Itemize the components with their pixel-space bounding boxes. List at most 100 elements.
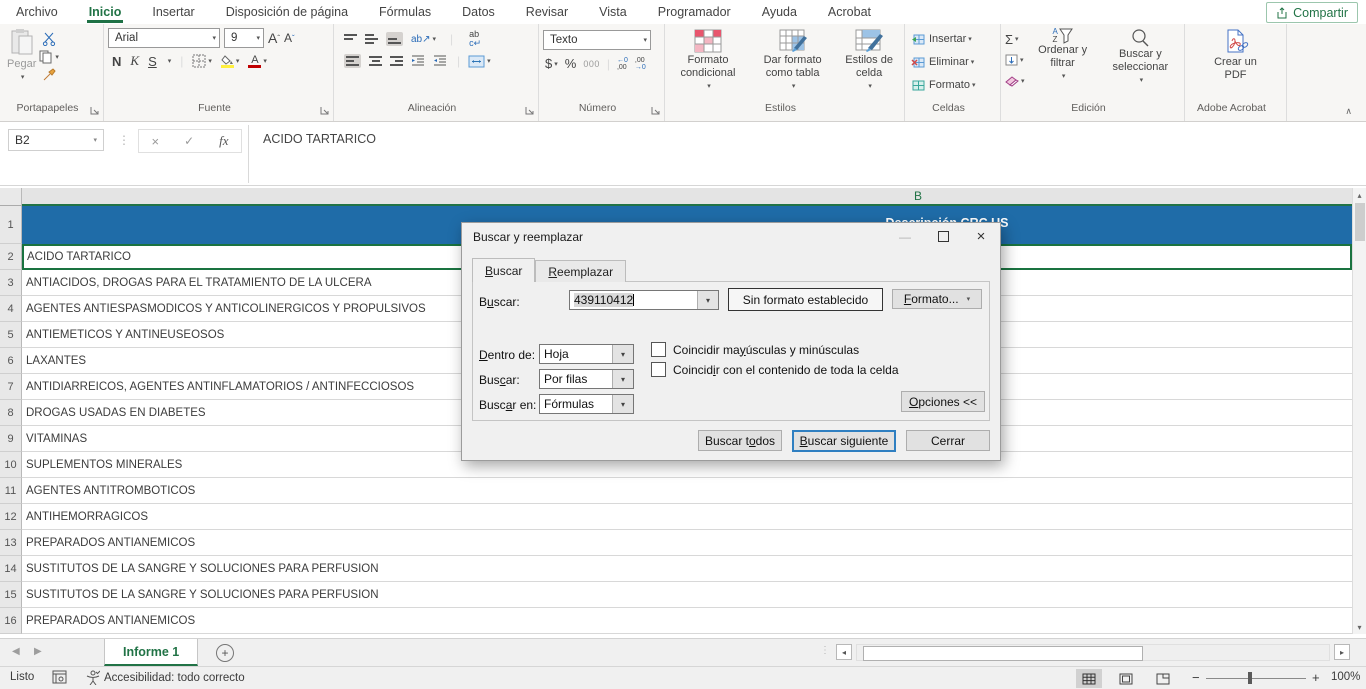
underline-button[interactable]: S	[148, 54, 157, 69]
fx-button[interactable]: fx	[219, 133, 228, 149]
cell[interactable]: SUSTITUTOS DE LA SANGRE Y SOLUCIONES PAR…	[22, 556, 1352, 582]
row-header[interactable]: 6	[0, 348, 22, 374]
close-button[interactable]: Cerrar	[906, 430, 990, 451]
dialog-launcher-icon[interactable]	[651, 106, 660, 118]
fill-button[interactable]: ▾	[1005, 51, 1025, 69]
row-header[interactable]: 11	[0, 478, 22, 504]
vertical-scrollbar[interactable]: ▴ ▾	[1352, 188, 1366, 634]
zoom-slider-thumb[interactable]	[1248, 672, 1252, 684]
font-size-combo[interactable]: 9▾	[224, 28, 264, 48]
align-bottom-icon[interactable]	[386, 32, 403, 46]
maximize-icon[interactable]	[924, 223, 962, 250]
create-pdf-button[interactable]: Crear un PDF	[1206, 28, 1266, 82]
within-combo[interactable]: Hoja ▾	[539, 344, 634, 364]
currency-button[interactable]: $▾	[545, 56, 558, 71]
view-page-break-button[interactable]	[1150, 669, 1176, 688]
horizontal-scrollbar[interactable]	[856, 644, 1330, 661]
font-name-combo[interactable]: Arial▾	[108, 28, 220, 48]
row-header[interactable]: 3	[0, 270, 22, 296]
row-header[interactable]: 16	[0, 608, 22, 634]
find-all-button[interactable]: Buscar todos	[698, 430, 782, 451]
find-what-combo[interactable]: 439110412 ▾	[569, 290, 719, 310]
formula-input[interactable]: ACIDO TARTARICO	[248, 125, 1366, 183]
tab-reemplazar[interactable]: Reemplazar	[535, 260, 626, 282]
view-page-layout-button[interactable]	[1113, 669, 1139, 688]
format-button[interactable]: Formato... ▾	[892, 289, 982, 309]
chevron-down-icon[interactable]: ▾	[612, 345, 633, 363]
dialog-launcher-icon[interactable]	[525, 106, 534, 118]
sheet-prev-icon[interactable]: ◀	[12, 646, 20, 657]
bold-button[interactable]: N	[112, 54, 121, 69]
align-left-icon[interactable]	[344, 54, 361, 68]
row-header[interactable]: 1	[0, 206, 22, 244]
grow-font-button[interactable]: Aˆ	[268, 30, 280, 46]
match-entire-checkbox[interactable]: Coincidir con el contenido de toda la ce…	[651, 362, 899, 377]
sort-filter-button[interactable]: AZ Ordenar y filtrar ▾	[1034, 28, 1092, 83]
cell[interactable]: SUSTITUTOS DE LA SANGRE Y SOLUCIONES PAR…	[22, 582, 1352, 608]
zoom-in-button[interactable]: +	[1312, 670, 1320, 685]
increase-decimal-button[interactable]: ←0,00	[617, 57, 628, 71]
tab-buscar[interactable]: Buscar	[472, 258, 535, 282]
paste-button[interactable]: Pegar ▾	[7, 28, 36, 84]
share-button[interactable]: Compartir	[1266, 2, 1358, 23]
menu-datos[interactable]: Datos	[460, 2, 497, 22]
chevron-down-icon[interactable]: ▾	[168, 57, 172, 65]
macro-record-icon[interactable]	[52, 670, 67, 687]
add-sheet-button[interactable]: +	[216, 644, 234, 662]
menu-ayuda[interactable]: Ayuda	[760, 2, 799, 22]
zoom-out-button[interactable]: −	[1192, 670, 1200, 685]
match-case-checkbox[interactable]: Coincidir mayúsculas y minúsculas	[651, 342, 859, 357]
sheet-next-icon[interactable]: ▶	[34, 646, 42, 657]
cell[interactable]: PREPARADOS ANTIANEMICOS	[22, 530, 1352, 556]
autosum-button[interactable]: Σ▾	[1005, 30, 1025, 48]
hscroll-right-icon[interactable]: ▸	[1334, 644, 1350, 660]
menu-revisar[interactable]: Revisar	[524, 2, 570, 22]
menu-disposicion[interactable]: Disposición de página	[224, 2, 350, 22]
options-button[interactable]: Opciones <<	[901, 391, 985, 412]
hscroll-left-icon[interactable]: ◂	[836, 644, 852, 660]
close-icon[interactable]: ×	[962, 223, 1000, 250]
row-header[interactable]: 12	[0, 504, 22, 530]
format-as-table-button[interactable]: Dar formato como tabla ▾	[754, 28, 831, 93]
borders-button[interactable]: ▾	[192, 54, 212, 68]
chevron-down-icon[interactable]: ▾	[697, 291, 718, 309]
cell-styles-button[interactable]: Estilos de celda ▾	[841, 28, 897, 93]
cancel-button[interactable]: ×	[151, 134, 159, 149]
chevron-down-icon[interactable]: ▾	[612, 370, 633, 388]
look-in-combo[interactable]: Fórmulas ▾	[539, 394, 634, 414]
row-header[interactable]: 7	[0, 374, 22, 400]
name-box[interactable]: B2▾	[8, 129, 104, 151]
comma-style-button[interactable]: 000	[583, 59, 600, 69]
clear-button[interactable]: ▾	[1005, 72, 1025, 90]
decrease-indent-icon[interactable]	[411, 55, 425, 67]
view-normal-button[interactable]	[1076, 669, 1102, 688]
conditional-formatting-button[interactable]: Formato condicional ▾	[672, 28, 744, 93]
cut-button[interactable]	[39, 32, 59, 46]
menu-archivo[interactable]: Archivo	[14, 2, 60, 22]
menu-inicio[interactable]: Inicio	[87, 2, 124, 23]
copy-button[interactable]: ▾	[39, 50, 59, 64]
menu-acrobat[interactable]: Acrobat	[826, 2, 873, 22]
sheet-tab-informe1[interactable]: Informe 1	[104, 639, 198, 666]
find-next-button[interactable]: Buscar siguiente	[792, 430, 896, 452]
shrink-font-button[interactable]: Aˇ	[284, 31, 295, 45]
collapse-ribbon-icon[interactable]: ∧	[1345, 106, 1352, 117]
align-top-icon[interactable]	[344, 34, 357, 44]
chevron-down-icon[interactable]: ▾	[612, 395, 633, 413]
row-header[interactable]: 8	[0, 400, 22, 426]
cell[interactable]: PREPARADOS ANTIANEMICOS	[22, 608, 1352, 634]
number-format-combo[interactable]: Texto▾	[543, 30, 651, 50]
select-all-corner[interactable]	[0, 188, 22, 206]
find-select-button[interactable]: Buscar y seleccionar ▾	[1104, 28, 1177, 87]
merge-center-button[interactable]: ▾	[468, 55, 491, 68]
cell[interactable]: AGENTES ANTITROMBOTICOS	[22, 478, 1352, 504]
resize-dots-icon[interactable]: ⋮	[118, 133, 130, 147]
column-header-B[interactable]	[0, 188, 1352, 206]
accessibility-status[interactable]: Accesibilidad: todo correcto	[86, 670, 245, 685]
menu-insertar[interactable]: Insertar	[150, 2, 196, 22]
row-header[interactable]: 2	[0, 244, 22, 270]
row-header[interactable]: 15	[0, 582, 22, 608]
row-header[interactable]: 14	[0, 556, 22, 582]
cell[interactable]: ANTIHEMORRAGICOS	[22, 504, 1352, 530]
align-center-icon[interactable]	[369, 56, 382, 66]
